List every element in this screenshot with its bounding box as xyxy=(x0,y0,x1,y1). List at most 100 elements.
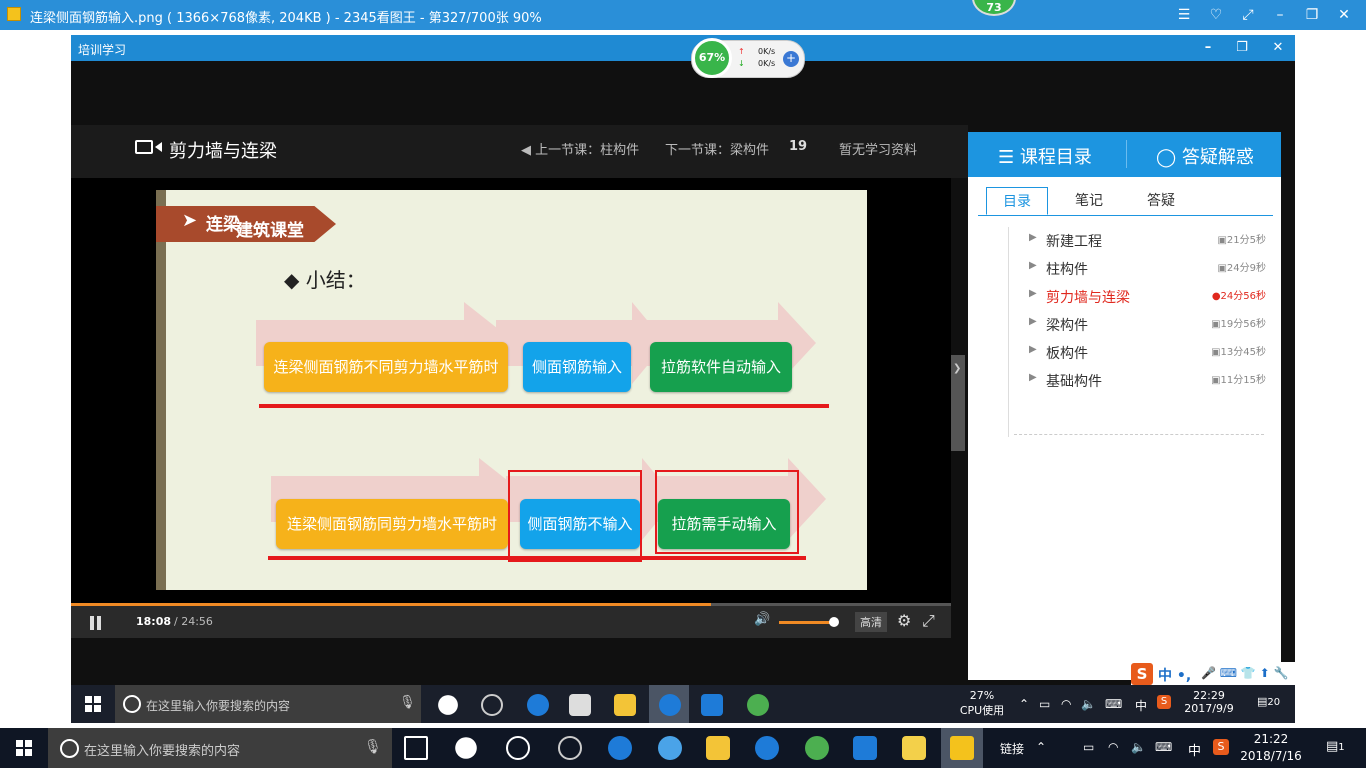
banner-arrow-icon: ➤ xyxy=(182,210,198,231)
taskbar: 在这里输入你要搜索的内容 🎙 链接 ⌃ ▭ ◠ 🔈 ⌨ 中 S 21:22 20… xyxy=(0,728,1366,768)
course-list-item[interactable]: ▶ 新建工程 ▣21分5秒 xyxy=(1009,227,1269,255)
notification-count: 1 xyxy=(1338,742,1345,753)
active-viewer-app[interactable] xyxy=(941,728,983,768)
folder-icon[interactable] xyxy=(706,736,730,760)
wifi-icon[interactable]: ◠ xyxy=(1108,740,1118,754)
slide-frame: ➤ 连梁 建筑课堂 ◆ 小结： 连梁侧面钢筋不同剪力墙水平筋时 侧面钢筋输入 拉… xyxy=(156,190,867,590)
clock[interactable]: 21:22 2018/7/16 xyxy=(1236,731,1306,765)
ie-icon[interactable] xyxy=(658,736,682,760)
inner-clock[interactable]: 22:29 2017/9/9 xyxy=(1181,689,1237,715)
materials-link[interactable]: 暂无学习资料 xyxy=(839,139,917,158)
lesson-count: 19 xyxy=(789,139,808,154)
sogou-tray-icon[interactable]: S xyxy=(1157,695,1171,709)
notification-icon[interactable]: ▤1 xyxy=(1326,739,1345,754)
app-restore-button[interactable]: ❐ xyxy=(1225,35,1259,61)
course-list-item[interactable]: ▶ 梁构件 ▣19分56秒 xyxy=(1009,311,1269,339)
tab-qa[interactable]: ◯ 答疑解惑 xyxy=(1156,143,1254,169)
slide-heading: ◆ 小结： xyxy=(284,268,366,292)
video-icon: ▣ xyxy=(1211,375,1221,386)
annotation-underline xyxy=(268,556,806,560)
fullscreen-icon[interactable]: ⤢ xyxy=(1232,0,1264,30)
course-list-item[interactable]: ▶ 柱构件 ▣24分9秒 xyxy=(1009,255,1269,283)
speaker-icon[interactable]: 🔈 xyxy=(1131,740,1146,754)
pause-button[interactable] xyxy=(89,616,103,630)
network-speed-widget[interactable]: 67% ↑ ↓ 0K/s 0K/s + xyxy=(691,38,805,78)
next-lesson-link[interactable]: 下一节课：梁构件 xyxy=(665,139,769,158)
cpu-meter[interactable]: 27% CPU使用 xyxy=(954,689,1010,718)
wifi-icon[interactable]: ◠ xyxy=(1061,697,1071,711)
skin-icon[interactable]: ♡ xyxy=(1200,0,1232,30)
battery-icon[interactable]: ▭ xyxy=(1083,740,1094,754)
inner-time: 22:29 xyxy=(1193,689,1225,702)
plus-app-icon[interactable] xyxy=(853,736,877,760)
quality-button[interactable]: 高清 xyxy=(855,612,887,632)
restore-button[interactable]: ❐ xyxy=(1296,0,1328,30)
tab-label: 课程目录 xyxy=(1019,147,1092,168)
g-app-icon[interactable] xyxy=(659,694,681,716)
plus-app-icon[interactable] xyxy=(701,694,723,716)
close-button[interactable]: ✕ xyxy=(1328,0,1360,30)
player-fullscreen-icon[interactable]: ⤢ xyxy=(922,611,935,631)
total-time: / 24:56 xyxy=(174,615,213,628)
chevron-up-icon[interactable]: ⌃ xyxy=(1036,740,1046,754)
volume-knob[interactable] xyxy=(829,617,839,627)
chevron-up-icon[interactable]: ⌃ xyxy=(1019,697,1029,711)
inner-notification-icon[interactable]: ▤20 xyxy=(1257,695,1280,708)
clock-date: 2018/7/16 xyxy=(1240,749,1302,763)
course-list-item[interactable]: ▶ 基础构件 ▣11分15秒 xyxy=(1009,367,1269,395)
windows-logo-icon[interactable] xyxy=(85,696,101,712)
inner-search-box[interactable]: 在这里输入你要搜索的内容 🎙 xyxy=(115,685,421,723)
notes-app-icon[interactable] xyxy=(902,736,926,760)
course-list-item[interactable]: ▶ 剪力墙与连梁 ●24分56秒 xyxy=(1009,283,1269,311)
keyboard-icon[interactable]: ⌨ xyxy=(1105,697,1122,711)
plus-icon[interactable]: + xyxy=(783,51,799,67)
start-button[interactable] xyxy=(0,728,48,768)
tab-course-catalog[interactable]: ☰ 课程目录 xyxy=(998,143,1092,169)
settings-gear-icon[interactable]: ⚙ xyxy=(897,611,911,630)
g-app-icon[interactable] xyxy=(755,736,779,760)
ime-indicator[interactable]: 中 xyxy=(1188,740,1201,759)
microphone-icon[interactable]: 🎙 xyxy=(399,695,416,710)
ime-toolbar[interactable]: S 中 •, 🎤 ⌨ 👕 ⬆ 🔧 xyxy=(1131,662,1295,686)
search-box[interactable]: 在这里输入你要搜索的内容 🎙 xyxy=(48,728,392,768)
spiral-app-icon[interactable] xyxy=(558,736,582,760)
video-icon: ▣ xyxy=(1211,347,1221,358)
green-app-icon[interactable] xyxy=(805,736,829,760)
edge-icon[interactable] xyxy=(608,736,632,760)
microphone-icon[interactable]: 🎙 xyxy=(364,739,382,755)
volume-slider[interactable] xyxy=(779,621,835,624)
speaker-icon[interactable]: 🔈 xyxy=(1081,697,1096,711)
tab-notes[interactable]: 笔记 xyxy=(1058,187,1120,215)
battery-icon[interactable]: ▭ xyxy=(1039,697,1050,711)
edge-icon[interactable] xyxy=(527,694,549,716)
pinwheel-icon[interactable] xyxy=(455,737,477,759)
link-toolbar[interactable]: 链接 xyxy=(1000,740,1024,757)
pinwheel-icon[interactable] xyxy=(438,695,458,715)
tab-label: 答疑解惑 xyxy=(1181,147,1254,168)
tab-catalog[interactable]: 目录 xyxy=(986,187,1048,215)
menu-icon[interactable]: ☰ xyxy=(1168,0,1200,30)
minimize-button[interactable]: – xyxy=(1264,0,1296,30)
task-view-icon[interactable] xyxy=(404,736,428,760)
folder-icon[interactable] xyxy=(614,694,636,716)
tab-answers[interactable]: 答疑 xyxy=(1130,187,1192,215)
course-list-item[interactable]: ▶ 板构件 ▣13分45秒 xyxy=(1009,339,1269,367)
play-triangle-icon: ▶ xyxy=(1029,260,1037,271)
keyboard-icon[interactable]: ⌨ xyxy=(1155,740,1172,754)
course-item-name: 新建工程 xyxy=(1046,234,1102,250)
video-camera-icon xyxy=(135,140,162,154)
video-player[interactable]: ➤ 连梁 建筑课堂 ◆ 小结： 连梁侧面钢筋不同剪力墙水平筋时 侧面钢筋输入 拉… xyxy=(71,178,951,603)
green-app-icon[interactable] xyxy=(747,694,769,716)
volume-icon[interactable]: 🔊 xyxy=(754,612,770,627)
app-close-button[interactable]: ✕ xyxy=(1261,35,1295,61)
spiral-app-icon[interactable] xyxy=(481,694,503,716)
edge-outline-icon[interactable] xyxy=(506,736,530,760)
prev-lesson-link[interactable]: ◀ 上一节课：柱构件 xyxy=(521,139,639,158)
app-minimize-button[interactable]: – xyxy=(1191,35,1225,61)
panel-subtabs: 目录 笔记 答疑 xyxy=(978,187,1273,216)
sogou-tray-icon[interactable]: S xyxy=(1213,739,1229,755)
store-icon[interactable] xyxy=(569,694,591,716)
viewer-title-bar: 连梁侧面钢筋输入.png ( 1366×768像素, 204KB ) - 234… xyxy=(0,0,1366,30)
inner-ime-indicator[interactable]: 中 xyxy=(1135,697,1147,714)
panel-toggle[interactable]: ❯ xyxy=(951,355,965,451)
